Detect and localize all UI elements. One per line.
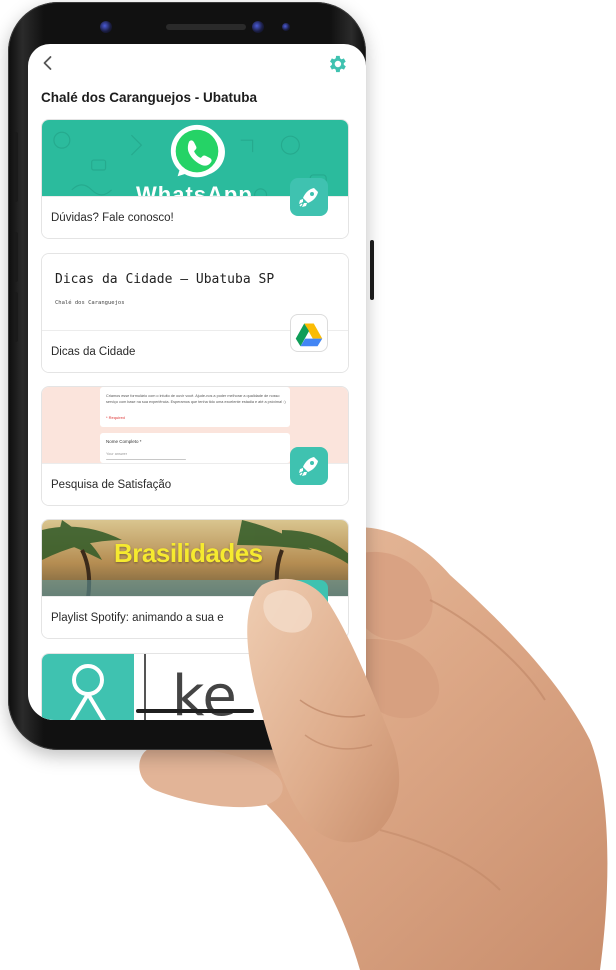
form-preview: Criamos esse formulário com o intuito de… [100,387,290,427]
link-type-badge [290,580,328,618]
volume-button [14,132,18,202]
form-description: Criamos esse formulário com o intuito de… [106,394,286,404]
form-answer-placeholder: Your answer [106,452,127,456]
link-card-whatsapp[interactable]: WhatsApp Dúvidas? Fale conosco! [41,119,349,239]
app-header [28,44,366,84]
document-subtitle: Chalé dos Caranguejos [55,300,125,306]
rocket-icon [299,457,318,476]
tower-logo-icon [70,664,106,720]
link-type-badge [290,178,328,216]
front-camera [252,21,264,33]
document-title: Dicas da Cidade – Ubatuba SP [55,272,275,287]
form-answer-line [106,459,186,460]
volume-button [14,232,18,282]
thumbnail-text: Brasilidades [114,538,263,568]
phone-screen: Chalé dos Caranguejos - Ubatuba WhatsApp… [28,44,366,720]
card-label: Pesquisa de Satisfação [51,479,172,491]
link-type-badge [290,447,328,485]
card-label: Dicas da Cidade [51,346,136,358]
card-label: Playlist Spotify: animando a sua e [51,612,224,624]
form-question: Nome Completo * [106,439,142,444]
volume-button [14,292,18,342]
home-indicator [136,709,254,713]
chevron-left-icon[interactable] [39,54,57,72]
rocket-icon [303,590,318,605]
earpiece-speaker [166,24,246,30]
link-card-spotify[interactable]: Brasilidades Playlist Spotify: animando … [41,519,349,639]
link-card-pesquisa[interactable]: Criamos esse formulário com o intuito de… [41,386,349,506]
link-type-badge [290,314,328,352]
whatsapp-logo-icon [170,124,225,178]
form-required-note: * Required [106,415,125,420]
rocket-icon [299,188,318,207]
google-drive-icon [295,323,323,347]
phone-frame: Chalé dos Caranguejos - Ubatuba WhatsApp… [8,2,374,750]
front-camera [100,21,112,33]
card-label: Dúvidas? Fale conosco! [51,212,174,224]
logo-tile [42,654,134,720]
form-question-box: Nome Completo * Your answer [100,433,290,463]
power-button [370,240,374,300]
page-title: Chalé dos Caranguejos - Ubatuba [41,90,258,105]
link-card-dicas[interactable]: Dicas da Cidade – Ubatuba SP Chalé dos C… [41,253,349,373]
front-sensor [282,23,290,31]
gear-icon[interactable] [326,53,348,75]
